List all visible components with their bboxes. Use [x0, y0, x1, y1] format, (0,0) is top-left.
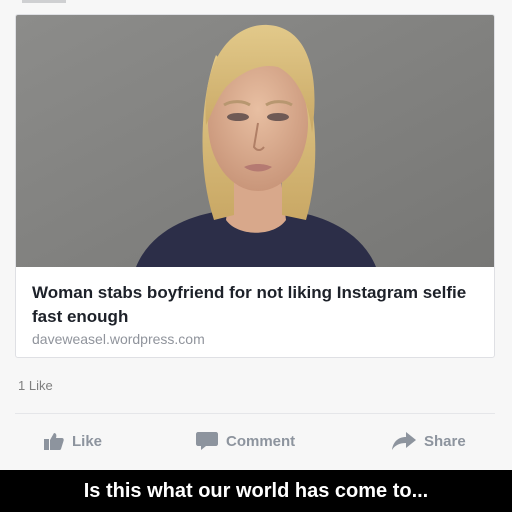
like-button[interactable]: Like: [44, 430, 102, 452]
divider: [15, 413, 495, 414]
link-preview-card[interactable]: Woman stabs boyfriend for not liking Ins…: [15, 14, 495, 358]
comment-bubble-icon: [196, 431, 218, 451]
meme-caption: Is this what our world has come to...: [83, 480, 429, 502]
share-button[interactable]: Share: [392, 430, 466, 452]
caption-bar: Is this what our world has come to...: [0, 470, 512, 512]
like-label: Like: [72, 432, 103, 450]
mugshot-photo: [16, 15, 494, 267]
share-arrow-icon: [392, 432, 416, 450]
comment-label: Comment: [226, 432, 296, 450]
share-label: Share: [424, 432, 466, 450]
thumbs-up-icon: [44, 432, 64, 450]
link-headline[interactable]: Woman stabs boyfriend for not liking Ins…: [32, 281, 472, 329]
comment-button[interactable]: Comment: [196, 430, 295, 452]
link-domain: daveweasel.wordpress.com: [32, 331, 205, 347]
cropped-header-fragment: [22, 0, 66, 3]
like-count[interactable]: 1 Like: [18, 378, 53, 393]
